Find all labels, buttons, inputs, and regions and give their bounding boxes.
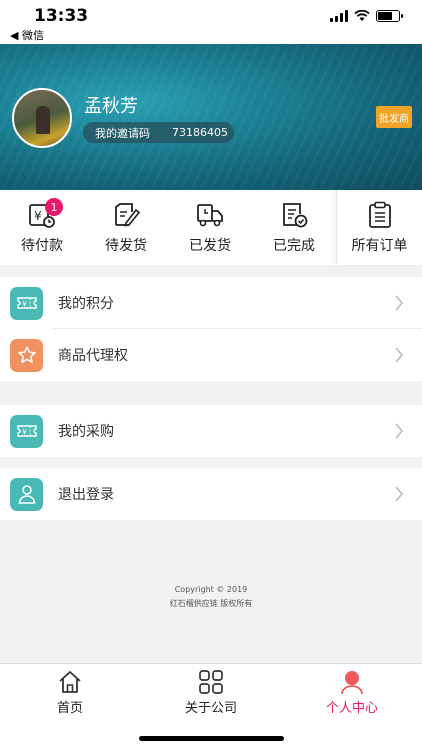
menu-label: 退出登录 [58,487,114,503]
tab-personal-center[interactable]: 个人中心 [282,670,422,716]
order-pending-shipment[interactable]: 待发货 [84,190,168,265]
star-icon [10,338,43,372]
order-label: 待付款 [21,237,63,254]
order-status-bar: ¥ 1 待付款 待发货 已发货 已完成 所有订单 [0,190,422,265]
tab-label: 个人中心 [325,701,378,716]
rights-line: 红石榴供应链 版权所有 [169,599,253,608]
invite-code-value: 73186405 [172,126,228,139]
menu-group-1: ¥ 我的积分 商品代理权 [0,277,422,381]
wholesaler-badge: 批发商 [376,106,412,128]
menu-item-purchases[interactable]: ¥ 我的采购 [0,405,422,457]
ticket-icon: ¥ [10,414,43,448]
invite-code-label: 我的邀请码 [95,126,150,140]
menu-group-3: 退出登录 [0,468,422,520]
home-icon [59,671,81,693]
order-label: 已发货 [189,237,231,254]
svg-text:¥: ¥ [22,300,27,309]
user-icon [341,671,363,694]
svg-text:¥: ¥ [22,428,27,437]
user-name: 孟秋芳 [84,96,138,117]
chevron-right-icon [395,486,404,502]
chevron-right-icon [395,347,404,363]
home-indicator [139,736,284,741]
grid-icon [199,670,223,694]
menu-group-2: ¥ 我的采购 [0,405,422,457]
order-pending-payment[interactable]: ¥ 1 待付款 [0,190,84,265]
ticket-icon: ¥ [10,286,43,320]
avatar[interactable] [12,88,72,148]
menu-label: 商品代理权 [58,348,128,364]
tab-label: 关于公司 [184,701,237,716]
status-time: 13:33 [34,6,89,26]
status-bar: 13:33 ◀ 微信 [0,0,422,44]
order-label: 待发货 [105,237,147,254]
back-to-wechat[interactable]: ◀ 微信 [10,27,44,43]
wifi-icon [354,10,370,21]
menu-item-agency-rights[interactable]: 商品代理权 [0,329,422,381]
order-completed[interactable]: 已完成 [252,190,336,265]
order-all[interactable]: 所有订单 [336,190,422,265]
order-label: 已完成 [273,237,315,254]
pending-payment-count-badge: 1 [45,198,63,216]
menu-item-points[interactable]: ¥ 我的积分 [0,277,422,329]
order-label: 所有订单 [351,237,408,254]
chevron-right-icon [395,295,404,311]
status-icons [330,10,403,22]
tab-label: 首页 [56,701,83,716]
clipboard-list-icon [368,201,391,228]
battery-icon [376,10,403,22]
document-check-icon [283,202,308,227]
signal-icon [330,10,348,22]
invite-code-pill[interactable]: 我的邀请码 73186405 [83,122,234,143]
menu-item-logout[interactable]: 退出登录 [0,468,422,520]
order-shipped[interactable]: 已发货 [168,190,252,265]
menu-label: 我的采购 [58,424,114,440]
chevron-right-icon [395,423,404,439]
tab-about-company[interactable]: 关于公司 [141,670,281,716]
tab-home[interactable]: 首页 [0,670,140,716]
svg-text:¥: ¥ [34,209,42,223]
document-pen-icon [115,202,141,226]
menu-label: 我的积分 [58,296,114,312]
copyright-line: Copyright © 2019 [174,585,248,594]
copyright-notice: Copyright © 2019 红石榴供应链 版权所有 [0,583,422,611]
truck-clock-icon [197,203,223,226]
profile-banner: 孟秋芳 我的邀请码 73186405 批发商 [0,44,422,190]
user-icon [10,477,43,511]
